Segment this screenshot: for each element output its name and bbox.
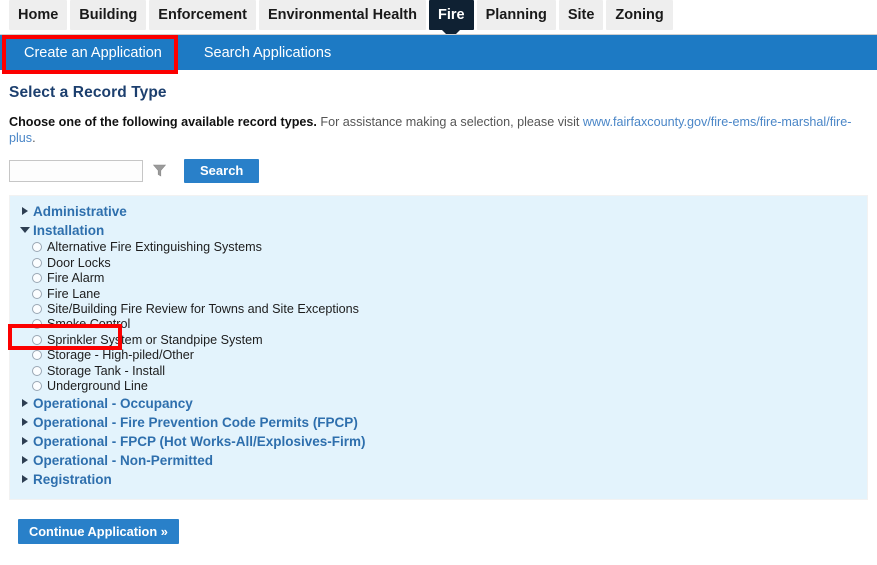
radio-button-icon[interactable] <box>32 258 42 268</box>
record-type-option-label: Sprinkler System or Standpipe System <box>47 333 263 347</box>
radio-button-icon[interactable] <box>32 366 42 376</box>
record-type-option-label: Smoke Control <box>47 317 130 331</box>
instructions-period: . <box>32 131 36 145</box>
record-type-option[interactable]: Sprinkler System or Standpipe System <box>32 332 867 347</box>
record-group-label: Operational - Occupancy <box>33 396 193 411</box>
record-group-label: Operational - FPCP (Hot Works-All/Explos… <box>33 434 366 449</box>
chevron-right-icon <box>16 475 33 483</box>
record-type-option[interactable]: Smoke Control <box>32 317 867 332</box>
tab-zoning[interactable]: Zoning <box>606 0 672 30</box>
record-group-installation[interactable]: Installation <box>10 221 867 240</box>
record-type-option[interactable]: Fire Alarm <box>32 271 867 286</box>
continue-application-button[interactable]: Continue Application » <box>18 519 179 544</box>
record-group-label: Administrative <box>33 204 127 219</box>
record-type-option[interactable]: Storage Tank - Install <box>32 363 867 378</box>
tab-building[interactable]: Building <box>70 0 146 30</box>
chevron-right-icon <box>16 207 33 215</box>
record-type-option[interactable]: Alternative Fire Extinguishing Systems <box>32 240 867 255</box>
record-group-registration[interactable]: Registration <box>10 470 867 489</box>
tab-enforcement[interactable]: Enforcement <box>149 0 256 30</box>
record-group-operational-fpcp-hot-works-all-explosives-firm[interactable]: Operational - FPCP (Hot Works-All/Explos… <box>10 432 867 451</box>
radio-button-icon[interactable] <box>32 304 42 314</box>
footer-actions: Continue Application » <box>9 500 868 544</box>
radio-button-icon[interactable] <box>32 381 42 391</box>
record-group-operational-fire-prevention-code-permits-fpcp[interactable]: Operational - Fire Prevention Code Permi… <box>10 413 867 432</box>
record-type-option-label: Storage Tank - Install <box>47 364 165 378</box>
tab-fire[interactable]: Fire <box>429 0 474 30</box>
record-group-label: Operational - Fire Prevention Code Permi… <box>33 415 358 430</box>
tab-site[interactable]: Site <box>559 0 604 30</box>
instructions-strong: Choose one of the following available re… <box>9 115 317 129</box>
search-button[interactable]: Search <box>184 159 259 183</box>
record-group-administrative[interactable]: Administrative <box>10 202 867 221</box>
primary-tab-bar: HomeBuildingEnforcementEnvironmental Hea… <box>0 0 877 34</box>
page-title: Select a Record Type <box>9 84 868 102</box>
radio-button-icon[interactable] <box>32 350 42 360</box>
record-type-option[interactable]: Site/Building Fire Review for Towns and … <box>32 301 867 316</box>
radio-button-icon[interactable] <box>32 319 42 329</box>
record-type-option-label: Fire Lane <box>47 287 100 301</box>
record-group-label: Operational - Non-Permitted <box>33 453 213 468</box>
tab-planning[interactable]: Planning <box>477 0 556 30</box>
subnav-item-search-applications[interactable]: Search Applications <box>194 40 341 66</box>
radio-button-icon[interactable] <box>32 289 42 299</box>
instructions-rest: For assistance making a selection, pleas… <box>320 115 579 129</box>
chevron-right-icon <box>16 418 33 426</box>
record-type-option-label: Underground Line <box>47 379 148 393</box>
radio-button-icon[interactable] <box>32 273 42 283</box>
chevron-right-icon <box>16 437 33 445</box>
record-group-operational-non-permitted[interactable]: Operational - Non-Permitted <box>10 451 867 470</box>
record-type-option-label: Door Locks <box>47 256 111 270</box>
record-group-label: Installation <box>33 223 104 238</box>
radio-button-icon[interactable] <box>32 335 42 345</box>
instructions-text: Choose one of the following available re… <box>9 114 868 147</box>
chevron-right-icon <box>16 456 33 464</box>
record-type-option-label: Alternative Fire Extinguishing Systems <box>47 240 262 254</box>
record-type-radio-list: Alternative Fire Extinguishing Systems Do… <box>10 240 867 394</box>
record-type-option-label: Site/Building Fire Review for Towns and … <box>47 302 359 316</box>
record-type-option[interactable]: Door Locks <box>32 255 867 270</box>
record-type-option-label: Fire Alarm <box>47 271 104 285</box>
tab-environmental-health[interactable]: Environmental Health <box>259 0 426 30</box>
subnav-item-create-an-application[interactable]: Create an Application <box>14 40 172 66</box>
record-type-option-label: Storage - High-piled/Other <box>47 348 194 362</box>
chevron-right-icon <box>16 399 33 407</box>
funnel-icon[interactable] <box>148 164 170 177</box>
search-input[interactable] <box>9 160 143 182</box>
record-type-option[interactable]: Storage - High-piled/Other <box>32 347 867 362</box>
record-group-operational-occupancy[interactable]: Operational - Occupancy <box>10 394 867 413</box>
secondary-nav-bar: Create an Application Search Applications <box>0 34 877 70</box>
tab-home[interactable]: Home <box>9 0 67 30</box>
record-group-label: Registration <box>33 472 112 487</box>
record-type-option[interactable]: Underground Line <box>32 378 867 393</box>
page-content: Select a Record Type Choose one of the f… <box>0 84 877 544</box>
record-type-panel: Administrative Installation Alternative Fi… <box>9 195 868 500</box>
chevron-down-icon <box>16 227 33 233</box>
search-row: Search <box>9 159 868 183</box>
radio-button-icon[interactable] <box>32 242 42 252</box>
record-type-option[interactable]: Fire Lane <box>32 286 867 301</box>
